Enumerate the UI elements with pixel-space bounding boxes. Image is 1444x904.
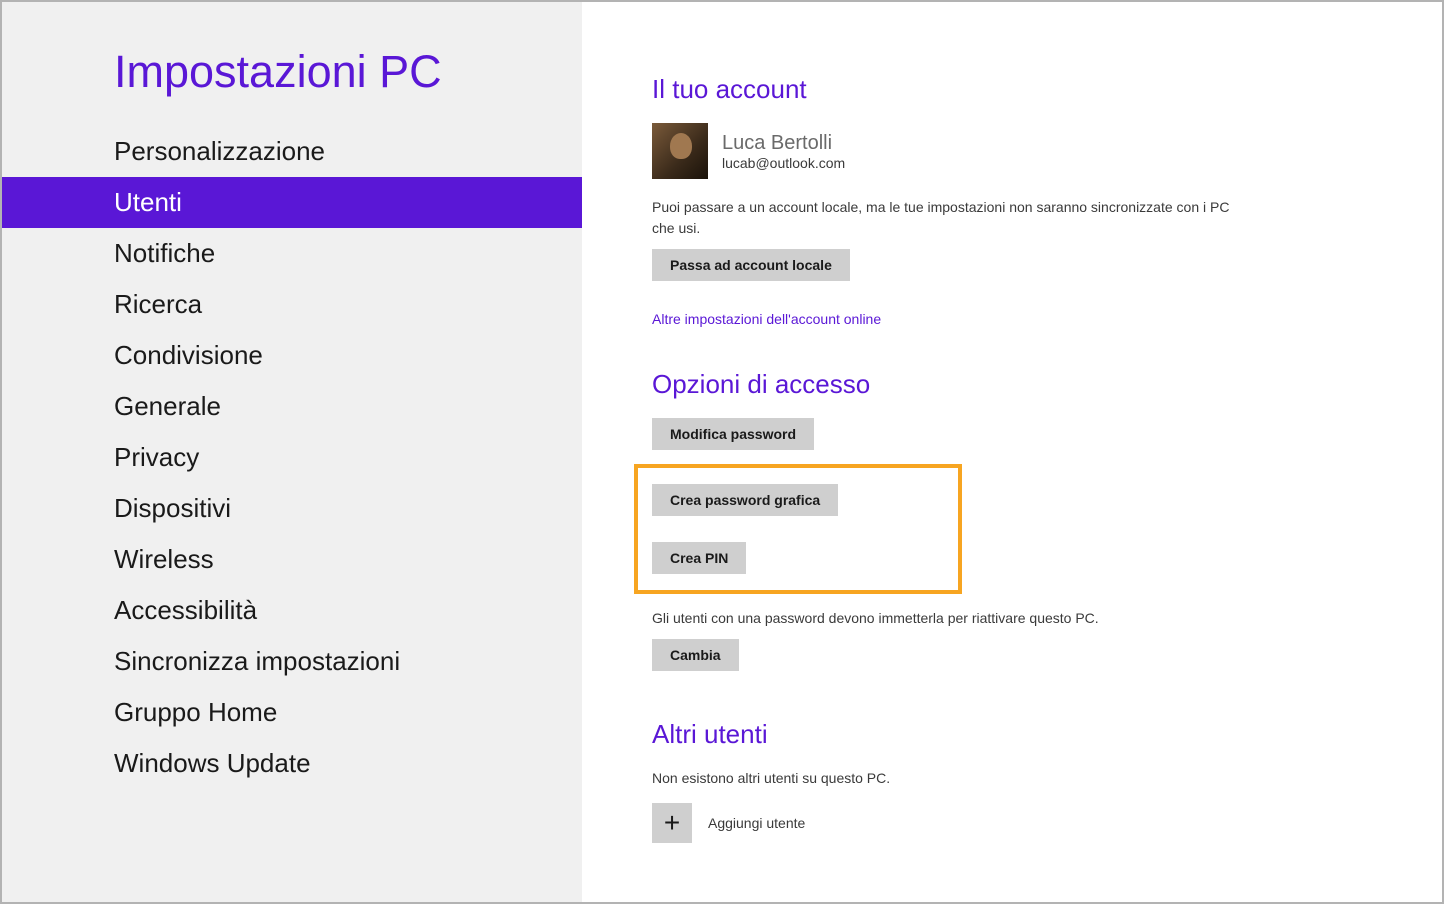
nav-item-sync[interactable]: Sincronizza impostazioni: [2, 636, 582, 687]
change-wake-button[interactable]: Cambia: [652, 639, 739, 671]
nav-item-wireless[interactable]: Wireless: [2, 534, 582, 585]
switch-local-account-button[interactable]: Passa ad account locale: [652, 249, 850, 281]
nav-item-search[interactable]: Ricerca: [2, 279, 582, 330]
nav-item-personalize[interactable]: Personalizzazione: [2, 126, 582, 177]
account-email: lucab@outlook.com: [722, 155, 845, 171]
other-users-section: Altri utenti Non esistono altri utenti s…: [652, 719, 1382, 843]
nav-item-devices[interactable]: Dispositivi: [2, 483, 582, 534]
nav-item-accessibility[interactable]: Accessibilità: [2, 585, 582, 636]
sidebar-title: Impostazioni PC: [2, 46, 582, 126]
plus-icon: +: [664, 807, 680, 839]
settings-sidebar: Impostazioni PC Personalizzazione Utenti…: [2, 2, 582, 902]
change-password-button[interactable]: Modifica password: [652, 418, 814, 450]
signin-section-title: Opzioni di accesso: [652, 369, 1382, 400]
nav-item-privacy[interactable]: Privacy: [2, 432, 582, 483]
create-picture-password-button[interactable]: Crea password grafica: [652, 484, 838, 516]
signin-options-section: Opzioni di accesso Modifica password Cre…: [652, 369, 1382, 679]
account-name: Luca Bertolli: [722, 131, 845, 155]
online-account-settings-link[interactable]: Altre impostazioni dell'account online: [652, 311, 881, 327]
content-pane: Il tuo account Luca Bertolli lucab@outlo…: [582, 2, 1442, 902]
nav-item-homegroup[interactable]: Gruppo Home: [2, 687, 582, 738]
nav-item-users[interactable]: Utenti: [2, 177, 582, 228]
account-section: Il tuo account Luca Bertolli lucab@outlo…: [652, 74, 1382, 329]
account-section-title: Il tuo account: [652, 74, 1382, 105]
highlight-box: Crea password grafica Crea PIN: [634, 464, 962, 594]
other-users-title: Altri utenti: [652, 719, 1382, 750]
nav-item-notifications[interactable]: Notifiche: [2, 228, 582, 279]
avatar: [652, 123, 708, 179]
account-info: Luca Bertolli lucab@outlook.com: [722, 131, 845, 171]
wake-desc: Gli utenti con una password devono immet…: [652, 608, 1252, 629]
nav-item-share[interactable]: Condivisione: [2, 330, 582, 381]
no-other-users-text: Non esistono altri utenti su questo PC.: [652, 768, 1252, 789]
create-pin-button[interactable]: Crea PIN: [652, 542, 746, 574]
nav-list: Personalizzazione Utenti Notifiche Ricer…: [2, 126, 582, 789]
add-user-label: Aggiungi utente: [708, 815, 805, 831]
nav-item-windows-update[interactable]: Windows Update: [2, 738, 582, 789]
add-user-row: + Aggiungi utente: [652, 803, 1382, 843]
add-user-button[interactable]: +: [652, 803, 692, 843]
account-row: Luca Bertolli lucab@outlook.com: [652, 123, 1382, 179]
nav-item-general[interactable]: Generale: [2, 381, 582, 432]
account-desc: Puoi passare a un account locale, ma le …: [652, 197, 1252, 239]
